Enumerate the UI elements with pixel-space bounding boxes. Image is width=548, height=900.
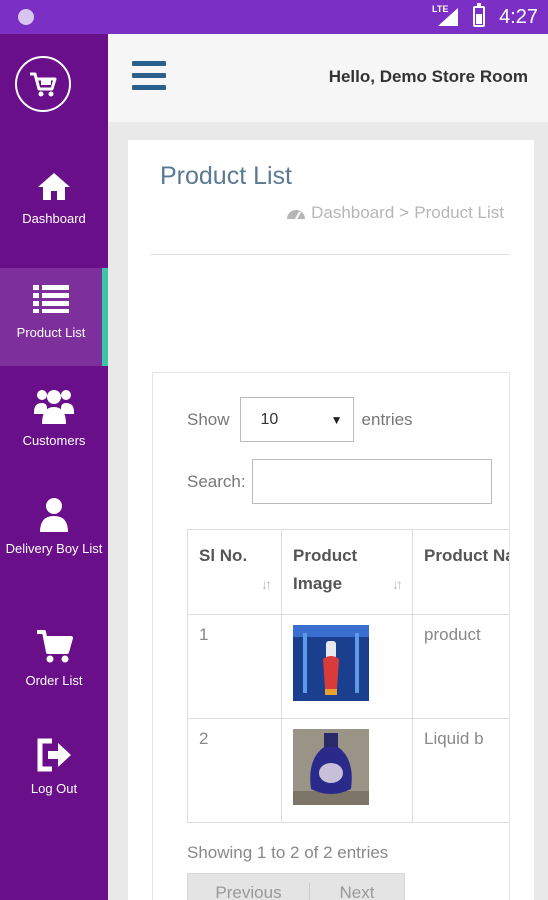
cart-logo-icon[interactable]: [15, 56, 71, 112]
sidebar-item-label: Dashboard: [22, 211, 86, 226]
breadcrumb: Dashboard > Product List: [286, 203, 504, 223]
page-size-control: Show 10 ▼ entries: [187, 397, 413, 442]
page-title: Product List: [160, 162, 293, 190]
pagination: Previous Next: [187, 873, 405, 900]
search-control: Search:: [187, 459, 492, 504]
sidebar-item-label: Product List: [16, 325, 86, 340]
column-header-product-name[interactable]: Product Name: [412, 530, 509, 614]
logo-cart-icon: [30, 72, 57, 97]
search-input[interactable]: [251, 459, 492, 504]
page-size-select[interactable]: 10 ▼: [239, 397, 354, 442]
sidebar-item-product-list[interactable]: Product List: [0, 268, 108, 366]
cell-product-name: product: [412, 615, 509, 718]
cell-product-image: [281, 719, 412, 822]
product-image-thumbnail[interactable]: [293, 729, 369, 805]
next-button[interactable]: Next: [310, 883, 404, 900]
sidebar-item-log-out[interactable]: Log Out: [0, 738, 108, 836]
status-time: 4:27: [499, 6, 538, 28]
column-header-label: Sl No.: [199, 546, 248, 565]
breadcrumb-separator: >: [399, 203, 410, 222]
sidebar-item-label: Customers: [22, 433, 86, 448]
content-card: Product List Dashboard > Product List Sh…: [128, 140, 534, 900]
table-row: 1 product: [187, 615, 509, 719]
column-header-product-image[interactable]: Product Image ↓↑: [281, 530, 412, 614]
page-size-value: 10: [260, 410, 279, 428]
dropdown-caret-icon: ▼: [330, 412, 343, 427]
sidebar-item-customers[interactable]: Customers: [0, 386, 108, 484]
home-icon: [38, 173, 70, 200]
cell-product-name: Liquid b: [412, 719, 509, 822]
sort-icon[interactable]: ↓↑: [392, 570, 403, 598]
battery-icon: [473, 3, 485, 27]
show-label: Show: [187, 409, 230, 429]
logout-icon: [37, 738, 71, 772]
column-header-label: Product Name: [424, 546, 509, 565]
cell-sl-no: 2: [187, 719, 281, 822]
entries-label: entries: [361, 409, 413, 429]
sidebar: Dashboard Product List Customers Deliver…: [0, 34, 108, 900]
product-image-thumbnail[interactable]: [293, 625, 369, 701]
hamburger-menu-icon[interactable]: [132, 61, 166, 91]
breadcrumb-current: Product List: [414, 203, 504, 222]
sidebar-item-order-list[interactable]: Order List: [0, 628, 108, 726]
notification-dot-icon: [18, 9, 34, 25]
product-table-panel: Show 10 ▼ entries Search: Sl No. ↓↑ Prod…: [152, 372, 510, 900]
previous-button[interactable]: Previous: [188, 883, 310, 900]
table-info: Showing 1 to 2 of 2 entries: [187, 843, 389, 862]
sidebar-item-delivery-boy-list[interactable]: Delivery Boy List: [0, 496, 108, 616]
product-table: Sl No. ↓↑ Product Image ↓↑ Product Name …: [187, 529, 509, 823]
cell-product-image: [281, 615, 412, 718]
sort-icon[interactable]: ↓↑: [261, 570, 272, 598]
table-row: 2 Liquid b: [187, 719, 509, 823]
table-header-row: Sl No. ↓↑ Product Image ↓↑ Product Name: [187, 530, 509, 615]
user-icon: [40, 498, 68, 532]
breadcrumb-home-link[interactable]: Dashboard: [311, 203, 394, 223]
sidebar-item-label: Order List: [25, 673, 83, 688]
sidebar-item-label: Log Out: [30, 781, 78, 796]
top-header: Hello, Demo Store Room: [108, 34, 548, 122]
search-label: Search:: [187, 471, 246, 491]
column-header-sl-no[interactable]: Sl No. ↓↑: [187, 530, 281, 614]
column-header-label: Product Image: [293, 546, 358, 593]
signal-icon: [438, 8, 458, 26]
list-icon: [33, 285, 69, 313]
cell-sl-no: 1: [187, 615, 281, 718]
sidebar-item-dashboard[interactable]: Dashboard: [0, 170, 108, 268]
cart-icon: [37, 630, 73, 663]
dashboard-gauge-icon: [287, 210, 306, 220]
users-icon: [34, 390, 74, 424]
sidebar-item-label: Delivery Boy List: [5, 541, 103, 556]
greeting-text: Hello, Demo Store Room: [328, 67, 528, 86]
status-bar: LTE 4:27: [0, 0, 548, 34]
divider: [150, 254, 510, 255]
